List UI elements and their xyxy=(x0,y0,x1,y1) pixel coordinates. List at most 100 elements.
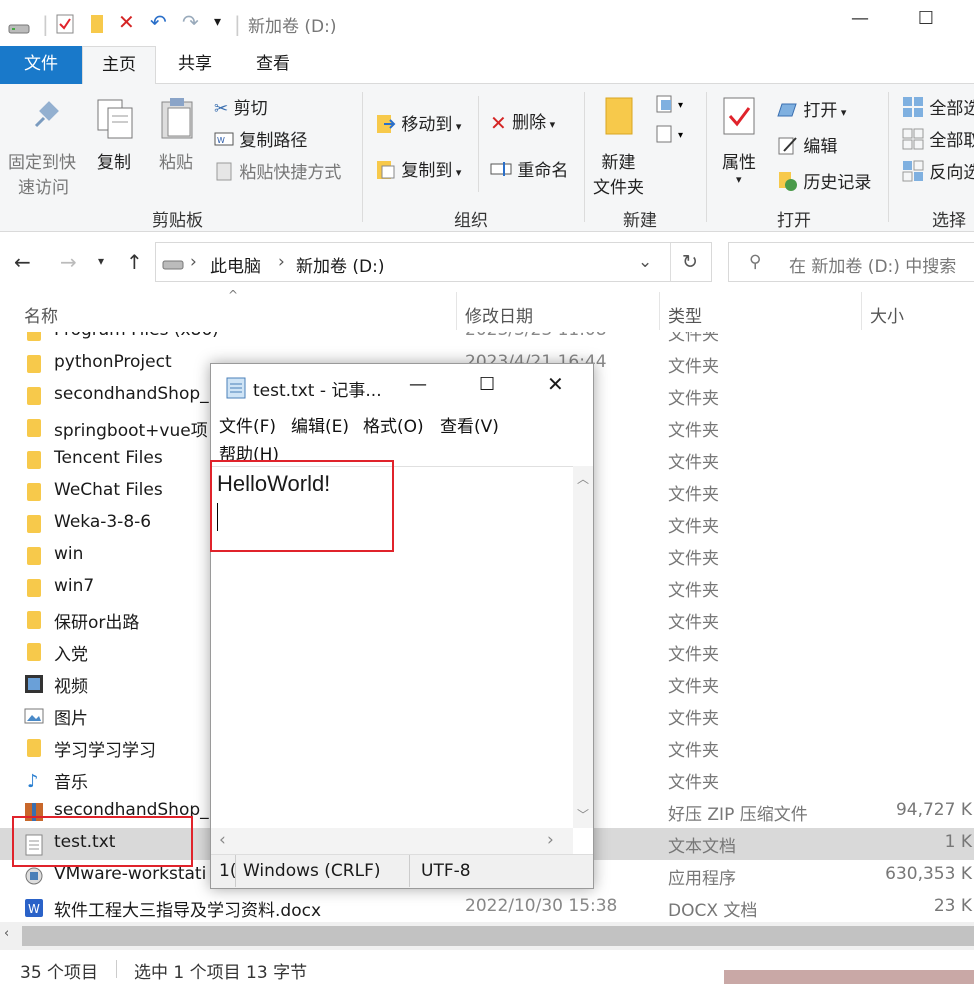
open-icon xyxy=(776,100,798,123)
copy-path-button[interactable]: W 复制路径 xyxy=(214,126,307,152)
encoding-label: UTF-8 xyxy=(421,861,471,881)
svg-text:W: W xyxy=(217,136,225,145)
folder-icon xyxy=(27,643,41,661)
redo-icon[interactable]: ↷ xyxy=(182,10,199,34)
file-type: 文件夹 xyxy=(668,485,719,505)
recent-locations-icon[interactable]: ▾ xyxy=(98,254,104,268)
notepad-menu-file[interactable]: 文件(F) xyxy=(219,412,276,437)
select-none-button[interactable]: 全部取 xyxy=(902,126,974,155)
paste-shortcut-button[interactable]: 粘贴快捷方式 xyxy=(214,158,341,186)
horizontal-scrollbar[interactable]: ‹ xyxy=(0,922,974,950)
file-name: secondhandShop_ xyxy=(54,384,209,404)
column-type[interactable]: 类型 xyxy=(668,302,702,327)
invert-selection-button[interactable]: 反向选 xyxy=(902,158,974,187)
easy-access-button[interactable]: ▾ xyxy=(656,124,692,151)
notepad-window: test.txt - 记事... — ☐ ✕ 文件(F) 编辑(E) 格式(O)… xyxy=(210,363,594,889)
highlight-box-test-file xyxy=(12,816,193,867)
file-type: 文件夹 xyxy=(668,741,719,761)
cut-button[interactable]: ✂ 剪切 xyxy=(214,94,268,119)
delete-button[interactable]: ✕ 删除 ▾ xyxy=(490,108,555,135)
customize-toolbar-icon[interactable]: ▾ xyxy=(214,14,221,30)
column-size[interactable]: 大小 xyxy=(870,302,904,327)
file-type: 文件夹 xyxy=(668,773,719,793)
folder-icon xyxy=(27,451,41,469)
scrollbar-thumb[interactable] xyxy=(22,926,974,946)
tab-share[interactable]: 共享 xyxy=(162,46,228,84)
open-button[interactable]: 打开 ▾ xyxy=(776,96,846,123)
svg-text:W: W xyxy=(28,902,40,916)
up-arrow-icon[interactable]: ↑ xyxy=(126,250,143,274)
notepad-icon xyxy=(225,375,247,404)
pin-quick-access-button[interactable]: 固定到快 速访问 xyxy=(8,148,76,198)
delete-qa-icon[interactable]: ✕ xyxy=(118,10,135,34)
search-box[interactable]: ⚲ 在 新加卷 (D:) 中搜索 xyxy=(728,242,974,282)
notepad-menu-view[interactable]: 查看(V) xyxy=(440,412,499,437)
column-name[interactable]: 名称 xyxy=(24,302,58,327)
scroll-up-icon[interactable]: ︿ xyxy=(577,470,589,487)
move-to-button[interactable]: 移动到 ▾ xyxy=(376,110,461,139)
copy-to-icon xyxy=(376,158,396,185)
file-size: 1 K xyxy=(944,832,972,852)
clipboard-group-label: 剪贴板 xyxy=(152,211,203,231)
folder-icon xyxy=(27,739,41,757)
file-name: 视频 xyxy=(54,677,88,697)
edit-button[interactable]: 编辑 xyxy=(776,132,837,160)
notepad-vertical-scrollbar[interactable]: ︿ ﹀ xyxy=(573,466,593,828)
new-folder-button[interactable]: 新建 文件夹 xyxy=(593,148,644,198)
history-button[interactable]: 历史记录 xyxy=(776,168,871,197)
file-name: VMware-workstati xyxy=(54,864,207,884)
breadcrumb-drive[interactable]: 新加卷 (D:) xyxy=(296,252,385,277)
breadcrumb-this-pc[interactable]: 此电脑 xyxy=(210,252,261,277)
file-date: 2023/3/23 11:08 xyxy=(465,332,607,340)
scroll-right-icon[interactable]: › xyxy=(547,830,554,850)
folder-icon xyxy=(27,332,41,341)
address-bar[interactable]: › 此电脑 › 新加卷 (D:) ⌄ ↻ xyxy=(155,242,712,282)
file-type: 文件夹 xyxy=(668,549,719,569)
scroll-left-icon[interactable]: ‹ xyxy=(4,926,9,941)
copy-button[interactable]: 复制 xyxy=(97,148,131,173)
rename-icon xyxy=(490,161,512,182)
select-all-button[interactable]: 全部选 xyxy=(902,94,974,123)
address-dropdown-icon[interactable]: ⌄ xyxy=(638,252,652,272)
maximize-button[interactable]: ☐ xyxy=(906,8,946,38)
new-group-label: 新建 xyxy=(623,211,657,231)
paste-button[interactable]: 粘贴 xyxy=(159,148,193,173)
new-item-button[interactable]: ▾ xyxy=(656,94,692,121)
file-row[interactable]: W 软件工程大三指导及学习资料.docx 2022/10/30 15:38 DOCX … xyxy=(0,892,974,922)
tab-file[interactable]: 文件 xyxy=(0,46,82,84)
notepad-title: test.txt - 记事... xyxy=(253,381,382,401)
open-group-label: 打开 xyxy=(777,211,811,231)
scroll-left-icon[interactable]: ‹ xyxy=(219,830,226,850)
rename-button[interactable]: 重命名 xyxy=(490,156,568,182)
file-explorer-window: | ✕ ↶ ↷ ▾ | 新加卷 (D:) — ☐ 文件 主页 共享 查看 固定到… xyxy=(0,0,974,984)
properties-qa-icon[interactable] xyxy=(56,14,74,39)
notepad-close-button[interactable]: ✕ xyxy=(547,372,564,396)
notepad-menu-edit[interactable]: 编辑(E) xyxy=(291,412,349,437)
file-row[interactable]: Program Files (x86) 2023/3/23 11:08 文件夹 xyxy=(0,332,974,348)
minimize-button[interactable]: — xyxy=(840,8,880,38)
notepad-maximize-button[interactable]: ☐ xyxy=(479,374,495,395)
file-name: 入党 xyxy=(54,645,88,665)
music-folder-icon: ♪ xyxy=(24,770,44,792)
notepad-horizontal-scrollbar[interactable]: ‹ › xyxy=(211,828,573,854)
file-name: Tencent Files xyxy=(54,448,163,468)
invert-selection-icon xyxy=(902,160,924,187)
tab-view[interactable]: 查看 xyxy=(240,46,306,84)
column-date[interactable]: 修改日期 xyxy=(465,302,533,327)
tab-home[interactable]: 主页 xyxy=(82,46,156,84)
refresh-icon[interactable]: ↻ xyxy=(682,251,698,273)
scroll-down-icon[interactable]: ﹀ xyxy=(577,806,589,823)
undo-icon[interactable]: ↶ xyxy=(150,10,167,34)
file-type: 文件夹 xyxy=(668,677,719,697)
back-arrow-icon[interactable]: ← xyxy=(14,250,31,274)
forward-arrow-icon[interactable]: → xyxy=(60,250,77,274)
copy-to-button[interactable]: 复制到 ▾ xyxy=(376,156,461,185)
notepad-minimize-button[interactable]: — xyxy=(409,374,427,395)
notepad-menu-format[interactable]: 格式(O) xyxy=(363,412,424,437)
properties-button[interactable]: 属性 ▾ xyxy=(722,148,756,186)
file-type: 文件夹 xyxy=(668,332,719,345)
navigation-bar: ← → ▾ ↑ › 此电脑 › 新加卷 (D:) ⌄ ↻ ⚲ 在 新加卷 (D:… xyxy=(0,232,974,292)
picture-folder-icon xyxy=(24,706,44,726)
notepad-title-bar: test.txt - 记事... — ☐ ✕ xyxy=(211,364,593,408)
new-folder-qa-icon[interactable] xyxy=(90,14,104,39)
